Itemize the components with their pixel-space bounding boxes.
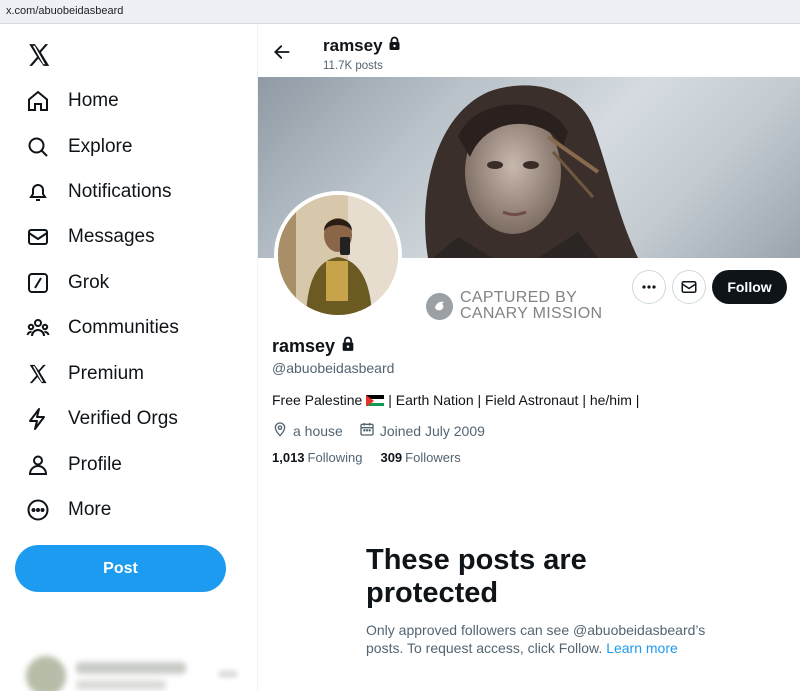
sidebar-item-label: Verified Orgs	[68, 408, 178, 429]
more-options-button[interactable]	[632, 270, 666, 304]
profile-name-text: ramsey	[272, 336, 336, 356]
url-text: x.com/abuobeidasbeard	[6, 5, 124, 17]
bio-text-end: | Earth Nation | Field Astronaut | he/hi…	[388, 392, 640, 408]
person-icon	[25, 452, 51, 478]
header-name: ramsey	[323, 36, 401, 56]
sidebar-item-label: Profile	[68, 454, 122, 475]
canary-bird-icon	[426, 292, 453, 320]
protected-posts-notice: These posts are protected Only approved …	[366, 544, 726, 657]
following-label: Following	[307, 450, 363, 465]
sidebar-item-label: Grok	[68, 272, 110, 293]
sidebar-item-grok[interactable]: Grok	[20, 263, 109, 303]
following-link[interactable]: 1,013 Following	[272, 450, 362, 465]
profile-bio: Free Palestine | Earth Nation | Field As…	[272, 392, 639, 408]
sidebar-item-messages[interactable]: Messages	[20, 217, 155, 257]
grok-icon	[25, 270, 51, 296]
location-pin-icon	[272, 421, 293, 440]
bio-text-start: Free Palestine	[272, 392, 363, 408]
search-icon	[25, 134, 51, 160]
profile-column: ramsey 11.7K posts CAPTURED BY CANARY MI…	[258, 24, 800, 691]
protected-body: Only approved followers can see @abuobei…	[366, 621, 726, 657]
sidebar-item-more[interactable]: More	[20, 490, 111, 530]
profile-avatar[interactable]	[278, 195, 398, 315]
sidebar-item-label: Home	[68, 90, 119, 111]
post-button[interactable]: Post	[15, 545, 226, 592]
sidebar-item-label: Premium	[68, 363, 145, 384]
sidebar-item-explore[interactable]: Explore	[20, 127, 132, 167]
sidebar-item-label: More	[68, 499, 112, 520]
bell-icon	[25, 179, 51, 205]
followers-link[interactable]: 309 Followers	[380, 450, 460, 465]
sidebar-item-notifications[interactable]: Notifications	[20, 172, 172, 212]
more-dots-icon	[218, 670, 238, 678]
profile-handle: @abuobeidasbeard	[272, 360, 395, 376]
address-bar[interactable]: x.com/abuobeidasbeard	[0, 0, 800, 24]
home-icon	[25, 88, 51, 114]
palestine-flag-icon	[366, 394, 385, 406]
header-name-text: ramsey	[323, 36, 383, 55]
sidebar-item-label: Messages	[68, 226, 155, 247]
communities-icon	[25, 315, 51, 341]
account-switcher[interactable]	[18, 652, 243, 691]
canary-mission-watermark: CAPTURED BY CANARY MISSION	[426, 290, 602, 322]
avatar	[26, 656, 66, 691]
follow-button[interactable]: Follow	[712, 270, 787, 304]
followers-count: 309	[380, 450, 403, 465]
more-dots-icon	[642, 285, 656, 289]
sidebar-item-label: Notifications	[68, 181, 172, 202]
more-circle-icon	[25, 497, 51, 523]
lightning-icon	[25, 406, 51, 432]
profile-joined-date: Joined July 2009	[379, 422, 485, 439]
back-arrow-icon[interactable]	[272, 42, 292, 62]
lock-icon	[388, 36, 401, 56]
post-count: 11.7K posts	[323, 60, 383, 72]
sidebar: Home Explore Notifications Messages Grok…	[0, 24, 258, 691]
envelope-icon	[25, 224, 51, 250]
x-logo-icon	[25, 361, 51, 387]
sidebar-item-profile[interactable]: Profile	[20, 445, 122, 485]
protected-title: These posts are protected	[366, 544, 587, 609]
sidebar-item-premium[interactable]: Premium	[20, 354, 144, 394]
account-name-blurred	[76, 662, 186, 674]
lock-icon	[341, 336, 355, 357]
followers-label: Followers	[405, 450, 461, 465]
follow-stats: 1,013 Following 309 Followers	[272, 450, 461, 465]
sidebar-item-label: Communities	[68, 317, 179, 338]
sidebar-item-home[interactable]: Home	[20, 81, 119, 121]
calendar-icon	[359, 421, 380, 440]
following-count: 1,013	[272, 450, 305, 465]
learn-more-link[interactable]: Learn more	[606, 640, 678, 656]
sidebar-item-communities[interactable]: Communities	[20, 308, 179, 348]
profile-meta: a house Joined July 2009	[272, 421, 501, 440]
account-handle-blurred	[76, 680, 166, 690]
envelope-icon	[681, 281, 697, 293]
sidebar-item-verified-orgs[interactable]: Verified Orgs	[20, 399, 178, 439]
watermark-line-2: CANARY MISSION	[460, 305, 603, 322]
message-button[interactable]	[672, 270, 706, 304]
sidebar-item-label: Explore	[68, 136, 133, 157]
profile-header-bar: ramsey 11.7K posts	[258, 24, 800, 77]
watermark-line-1: CAPTURED BY	[460, 289, 578, 306]
profile-name: ramsey	[272, 336, 355, 357]
x-logo-icon[interactable]	[26, 42, 52, 68]
profile-location: a house	[293, 422, 343, 439]
